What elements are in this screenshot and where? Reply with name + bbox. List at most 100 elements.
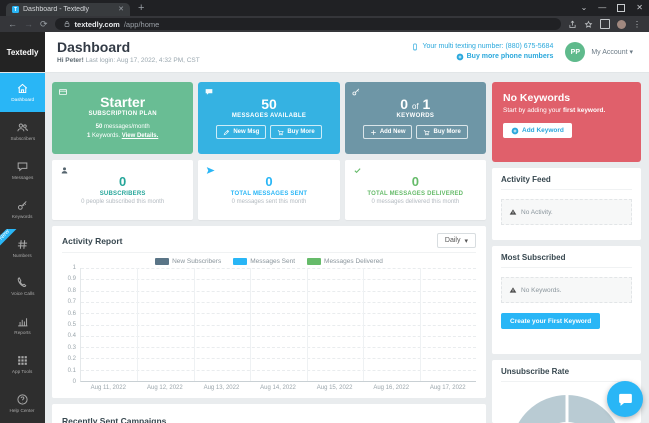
gridline (81, 313, 476, 315)
keywords-card: 0 of 1 KEYWORDS Add New Buy More (344, 82, 486, 154)
new-msg-button[interactable]: New Msg (216, 125, 267, 140)
account-menu[interactable]: PP My Account ▾ (565, 42, 637, 62)
sidebar-item-numbers[interactable]: New Numbers (0, 228, 45, 268)
sidebar-item-subscribers[interactable]: Subscribers (0, 112, 45, 151)
subscribers-stat-card: 0 SUBSCRIBERS 0 people subscribed this m… (52, 160, 194, 220)
address-bar[interactable]: textedly.com/app/home (54, 18, 561, 30)
warning-icon (509, 287, 517, 293)
buy-more-messages-button[interactable]: Buy More (270, 125, 322, 140)
chart-area: 1 0.9 0.8 0.7 0.6 0.5 0.4 0.3 0.2 0.1 0 Aug 11, 20… (62, 265, 476, 394)
browser-profile-avatar[interactable] (617, 19, 626, 29)
keywords-usage-value: 0 of 1 (400, 95, 431, 112)
window-minimize-button[interactable]: — (598, 3, 606, 12)
chat-widget-button[interactable] (607, 381, 643, 417)
texting-number-line: Your multi texting number: (880) 675-568… (411, 42, 553, 53)
legend-item[interactable]: New Subscribers (155, 258, 221, 265)
sidebar-item-label: Voice Calls (10, 292, 35, 297)
messages-available-label: MESSAGES AVAILABLE (231, 113, 307, 120)
chat-bubble-icon (205, 89, 213, 95)
messages-available-value: 50 (261, 95, 277, 112)
tab-title: Dashboard - Textedly (23, 6, 90, 13)
new-tab-button[interactable]: + (138, 3, 144, 14)
messages-card-buttons: New Msg Buy More (216, 125, 322, 140)
legend-item[interactable]: Messages Delivered (307, 258, 383, 265)
sidebar-item-label: Help Center (10, 408, 35, 414)
messages-sent-value: 0 (265, 174, 273, 190)
header-main: Dashboard Hi Peter! Last login: Aug 17, … (45, 32, 649, 72)
recent-campaigns-card: Recently Sent Campaigns (52, 404, 486, 423)
tab-close-icon[interactable]: ✕ (118, 6, 124, 13)
y-tick-label: 0.8 (67, 287, 76, 294)
browser-tab[interactable]: T Dashboard - Textedly ✕ (6, 3, 130, 16)
x-tick-label: Aug 13, 2022 (203, 385, 240, 391)
range-selector-button[interactable]: Daily ▾ (436, 233, 476, 248)
forward-icon[interactable]: → (24, 19, 33, 29)
right-column: No Keywords Start by adding your first k… (492, 82, 641, 423)
header-right: Your multi texting number: (880) 675-568… (411, 42, 637, 63)
reload-icon[interactable]: ⟳ (40, 19, 48, 29)
window-maximize-button[interactable] (617, 3, 626, 12)
plus-circle-icon (511, 127, 519, 134)
credit-card-icon (59, 89, 67, 95)
legend-item[interactable]: Messages Sent (233, 258, 295, 265)
create-first-keyword-button[interactable]: Create your First Keyword (501, 313, 601, 329)
sidebar-item-messages[interactable]: Messages (0, 151, 45, 190)
donut-slice-divider (565, 395, 568, 422)
cart-icon (278, 129, 284, 135)
no-keywords-alert-card: No Keywords Start by adding your first k… (492, 82, 641, 162)
tab-search-icon[interactable]: ⌄ (581, 3, 588, 12)
check-icon (354, 168, 361, 174)
gridline (81, 335, 476, 337)
sidebar-item-voice-calls[interactable]: Voice Calls (0, 267, 45, 306)
textedly-logo[interactable]: Textedly (0, 32, 45, 72)
sidebar-item-app-tools[interactable]: App Tools (0, 345, 45, 384)
vertical-gridline (306, 268, 308, 381)
gridline (81, 290, 476, 292)
app-header: Textedly Dashboard Hi Peter! Last login:… (0, 32, 649, 73)
x-tick-label: Aug 16, 2022 (373, 385, 410, 391)
keywords-label: KEYWORDS (396, 113, 435, 120)
cart-icon (424, 129, 431, 135)
buy-numbers-link[interactable]: Buy more phone numbers (411, 52, 553, 63)
sidebar-item-reports[interactable]: Reports (0, 306, 45, 345)
back-icon[interactable]: ← (8, 19, 17, 29)
buy-more-keywords-button[interactable]: Buy More (416, 125, 468, 140)
key-icon (352, 88, 359, 96)
subscription-plan-card: Starter SUBSCRIPTION PLAN 50 messages/mo… (52, 82, 194, 154)
sidebar-item-label: Subscribers (10, 136, 35, 142)
lock-icon (64, 21, 69, 27)
sidebar-item-label: Dashboard (11, 97, 34, 103)
bookmark-star-icon[interactable] (584, 20, 593, 29)
texting-number-block: Your multi texting number: (880) 675-568… (411, 42, 553, 63)
unsubscribe-rate-title: Unsubscribe Rate (501, 367, 632, 382)
chart-plot (80, 268, 476, 382)
keywords-icon (17, 200, 27, 210)
extensions-icon[interactable] (600, 19, 610, 29)
legend-swatch (155, 258, 170, 265)
y-tick-label: 0.4 (67, 333, 76, 340)
chevron-down-icon: ▾ (464, 237, 468, 245)
messages-available-card: 50 MESSAGES AVAILABLE New Msg Buy More (198, 82, 340, 154)
view-details-link[interactable]: View Details. (122, 133, 159, 139)
y-tick-label: 0.3 (67, 344, 76, 351)
add-keyword-button[interactable]: Add Keyword (503, 123, 572, 138)
messages-delivered-subtext: 0 messages delivered this month (371, 198, 460, 205)
browser-menu-icon[interactable]: ⋮ (633, 20, 641, 29)
messages-sent-subtext: 0 messages sent this month (231, 198, 307, 205)
avatar[interactable]: PP (565, 42, 586, 62)
sidebar-item-help-center[interactable]: Help Center (0, 384, 45, 423)
add-new-keyword-button[interactable]: Add New (362, 125, 413, 140)
y-tick-label: 1 (72, 265, 76, 271)
sidebar-item-dashboard[interactable]: Dashboard (0, 73, 45, 112)
legend-label: New Subscribers (172, 258, 222, 265)
activity-report-header: Activity Report Daily ▾ (62, 233, 476, 253)
warning-icon (509, 209, 517, 215)
messages-icon (17, 162, 28, 172)
sidebar-item-keywords[interactable]: Keywords (0, 190, 45, 229)
last-login-text: Last login: Aug 17, 2022, 4:32 PM, CST (85, 57, 200, 65)
share-icon[interactable] (568, 20, 577, 29)
person-icon (61, 167, 68, 174)
window-close-button[interactable]: ✕ (636, 3, 643, 12)
vertical-gridline (419, 268, 421, 381)
sidebar-item-label: Numbers (13, 253, 32, 258)
